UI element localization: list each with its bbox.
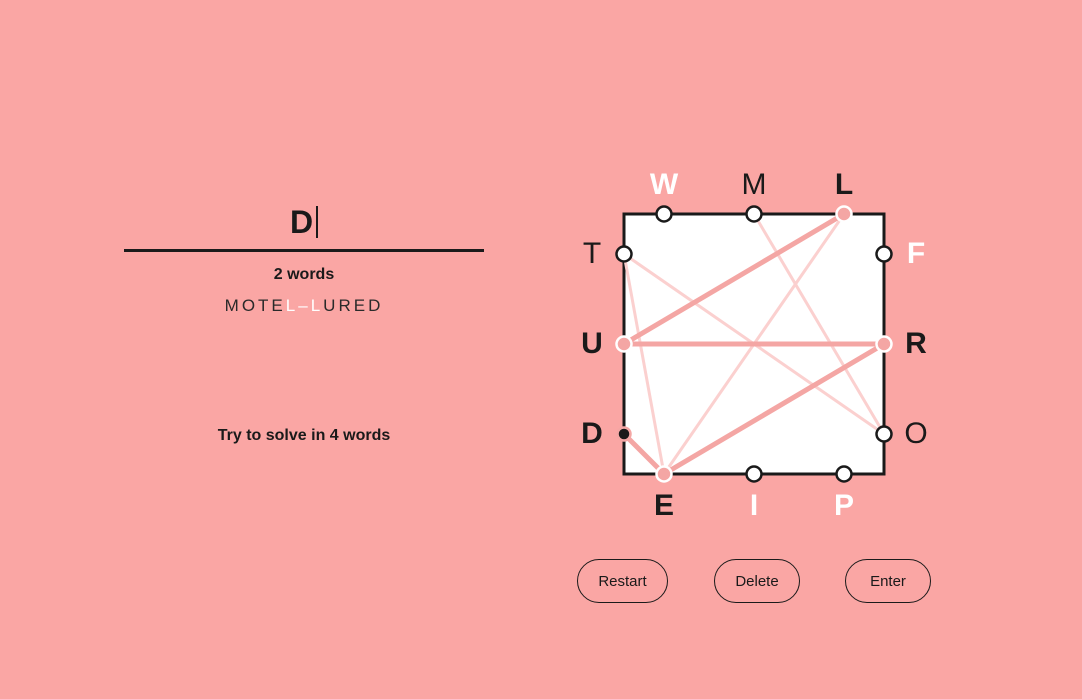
letter-f[interactable]: F	[896, 237, 936, 271]
current-word: D	[289, 204, 315, 240]
board-canvas	[615, 205, 893, 483]
letter-node-t[interactable]	[615, 245, 633, 263]
letter-l[interactable]: L	[824, 168, 864, 202]
letter-t[interactable]: T	[572, 237, 612, 271]
found-words: MOTEL–LURED	[124, 296, 484, 316]
letter-d[interactable]: D	[572, 417, 612, 451]
enter-button[interactable]: Enter	[845, 559, 931, 603]
letter-node-w[interactable]	[655, 205, 673, 223]
word-segment: L	[285, 296, 299, 315]
word-segment: –	[298, 296, 311, 315]
letter-node-l[interactable]	[835, 205, 853, 223]
letter-e[interactable]: E	[644, 489, 684, 523]
word-segment: URED	[323, 296, 384, 315]
letter-node-o[interactable]	[875, 425, 893, 443]
word-segment: MOTE	[224, 296, 286, 315]
letter-o[interactable]: O	[896, 417, 936, 451]
restart-button[interactable]: Restart	[577, 559, 668, 603]
letter-node-e[interactable]	[655, 465, 673, 483]
letter-node-r[interactable]	[875, 335, 893, 353]
action-buttons: Restart Delete Enter	[0, 559, 1082, 605]
word-count-label: 2 words	[273, 266, 335, 283]
letter-node-u[interactable]	[615, 335, 633, 353]
letter-p[interactable]: P	[824, 489, 864, 523]
text-cursor	[316, 206, 319, 238]
letter-node-f[interactable]	[875, 245, 893, 263]
word-panel: D 2 words MOTEL–LURED	[124, 200, 484, 316]
letter-node-d[interactable]	[616, 426, 632, 442]
letter-boxed-board: W M L E I P T U D F R O	[560, 160, 950, 530]
letter-node-i[interactable]	[745, 465, 763, 483]
letter-u[interactable]: U	[572, 327, 612, 361]
letter-i[interactable]: I	[734, 489, 774, 523]
letter-m[interactable]: M	[734, 168, 774, 202]
letter-node-m[interactable]	[745, 205, 763, 223]
goal-hint: Try to solve in 4 words	[217, 427, 391, 444]
word-input-row: D	[124, 200, 484, 252]
letter-r[interactable]: R	[896, 327, 936, 361]
delete-button[interactable]: Delete	[714, 559, 800, 603]
letter-node-p[interactable]	[835, 465, 853, 483]
word-segment: L	[310, 296, 324, 315]
letter-w[interactable]: W	[644, 168, 684, 202]
